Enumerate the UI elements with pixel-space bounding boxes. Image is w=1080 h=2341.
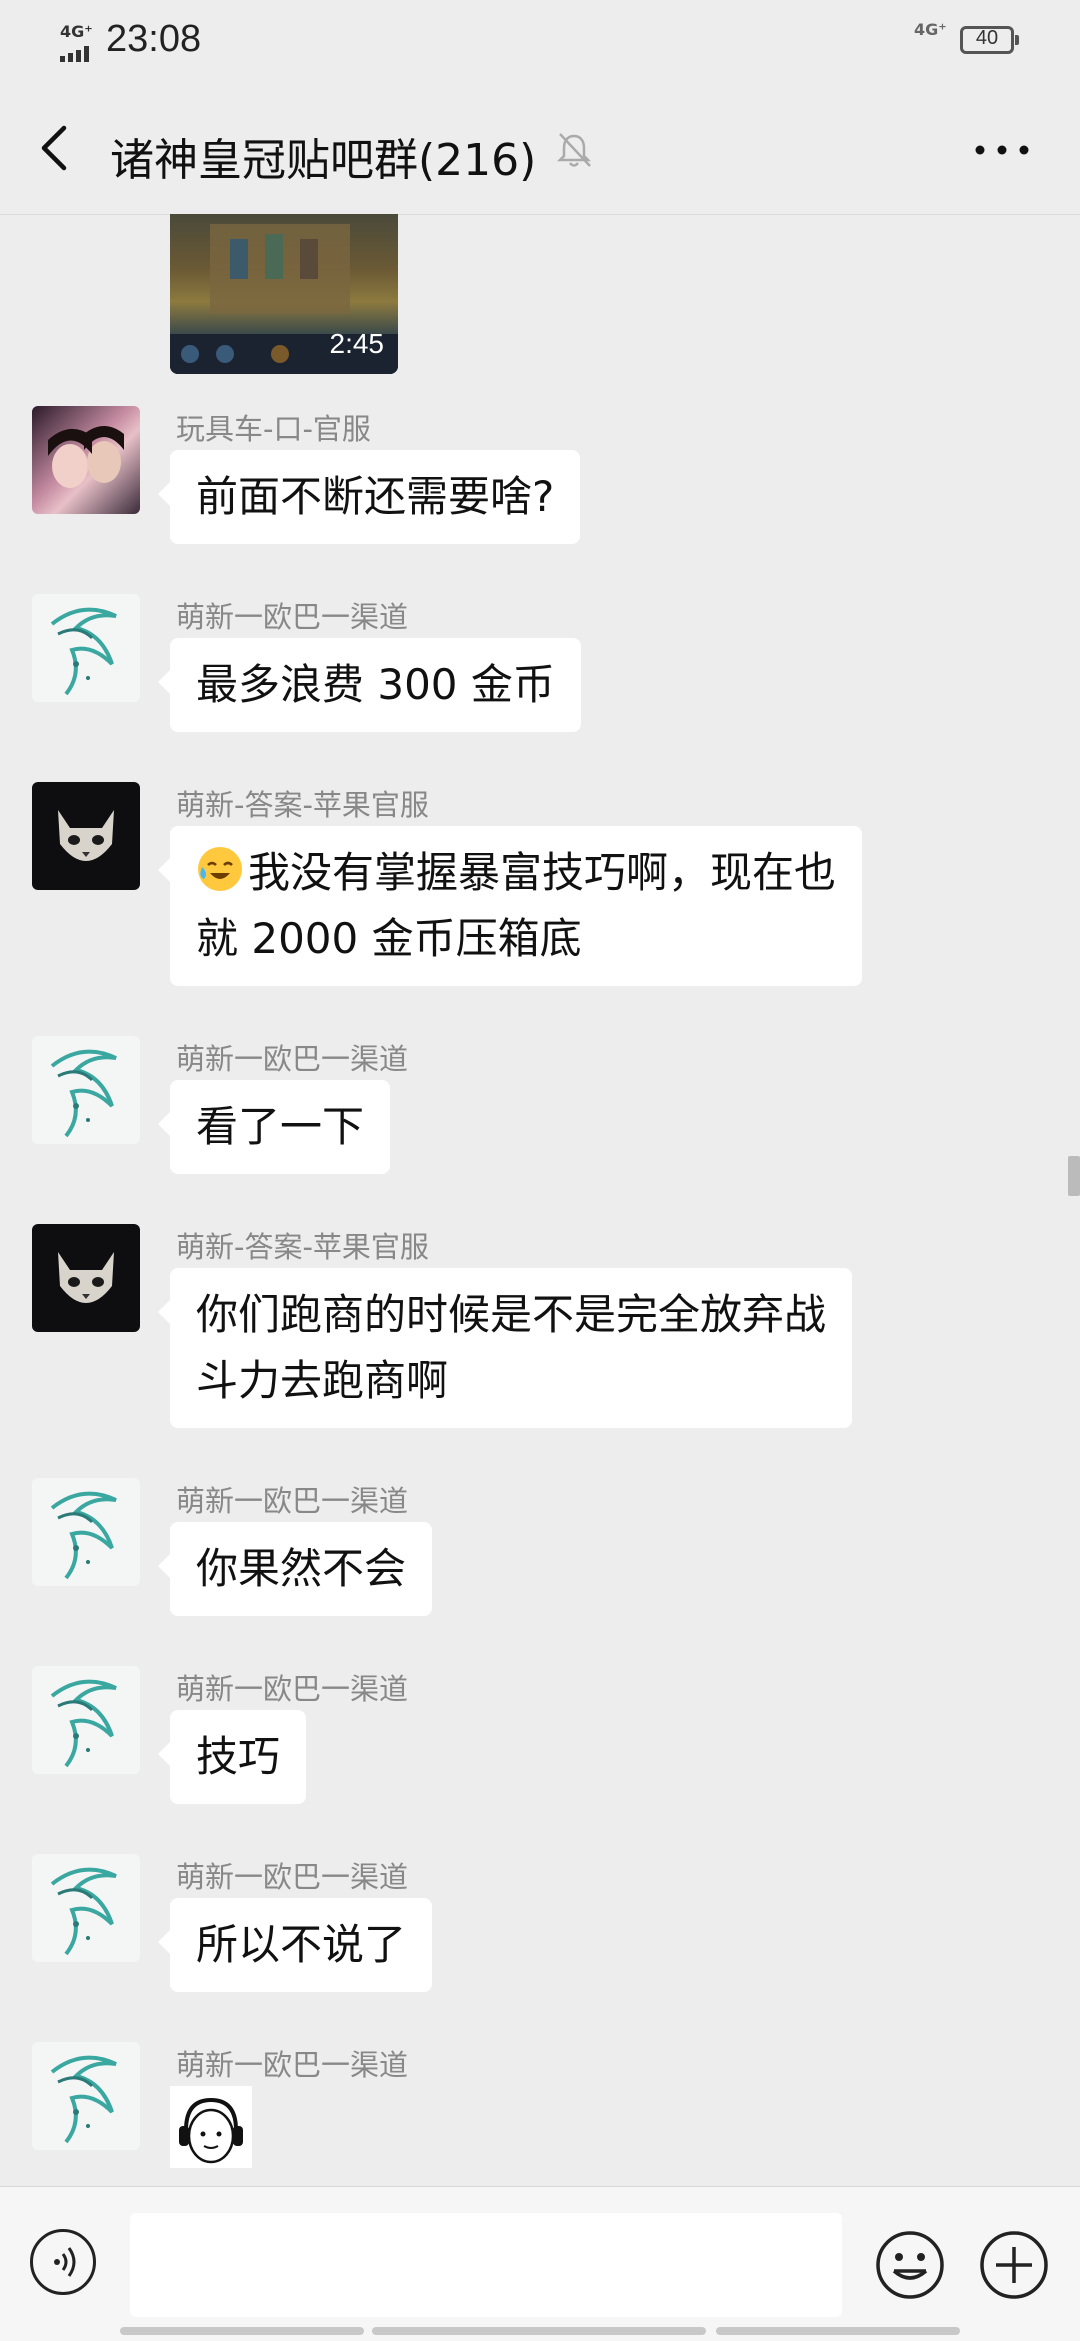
avatar[interactable] [32, 782, 140, 890]
avatar[interactable] [32, 594, 140, 702]
message-text: 我没有掌握暴富技巧啊，现在也 [248, 848, 837, 897]
message-bubble[interactable]: 技巧 [157, 1710, 307, 1804]
status-bar: 4G⁺ 23:08 4G⁺ 40 [0, 0, 1080, 84]
sender-name: 萌新一欧巴一渠道 [176, 600, 409, 634]
avatar[interactable] [32, 1224, 140, 1332]
clock: 23:08 [106, 18, 202, 60]
avatar[interactable] [32, 1854, 140, 1962]
avatar[interactable] [32, 1036, 140, 1144]
sender-name: 玩具车-口-官服 [176, 412, 371, 446]
message-composer [0, 2186, 1080, 2341]
message-text: 技巧 [196, 1732, 281, 1781]
network-type-label: 4G⁺ [60, 22, 93, 41]
sender-name: 萌新-答案-苹果官服 [176, 788, 429, 822]
message-text: 所以不说了 [196, 1920, 407, 1969]
scroll-indicator[interactable] [1068, 1156, 1080, 1196]
avatar[interactable] [32, 1478, 140, 1586]
message-bubble[interactable]: 你们跑商的时候是不是完全放弃战 斗力去跑商啊 [157, 1268, 853, 1428]
message-text: 你果然不会 [196, 1544, 407, 1593]
avatar[interactable] [32, 406, 140, 514]
message-line: 你们跑商的时候是不是完全放弃战 [196, 1290, 827, 1339]
signal-icon: 4G⁺ [58, 22, 96, 62]
avatar[interactable] [32, 1666, 140, 1774]
plus-icon[interactable] [978, 2229, 1050, 2301]
battery-level: 40 [975, 27, 999, 49]
sender-name: 萌新一欧巴一渠道 [176, 1860, 409, 1894]
video-message[interactable]: 2:45 [170, 214, 398, 374]
headphones-cartoon-sticker[interactable] [170, 2086, 252, 2168]
chat-header: 诸神皇冠贴吧群(216) [0, 84, 1080, 215]
avatar[interactable] [32, 2042, 140, 2150]
battery-icon: 40 [960, 26, 1019, 54]
sender-name: 萌新一欧巴一渠道 [176, 1042, 409, 1076]
message-bubble[interactable]: 所以不说了 [157, 1898, 433, 1992]
bell-muted-icon [552, 128, 596, 172]
message-bubble[interactable]: 最多浪费 300 金币 [158, 638, 581, 732]
message-bubble[interactable]: 你果然不会 [157, 1522, 433, 1616]
more-dots-icon[interactable] [972, 138, 1032, 162]
sender-name: 萌新一欧巴一渠道 [176, 2048, 409, 2082]
voice-icon[interactable] [30, 2229, 96, 2295]
message-list[interactable]: 2:45 玩具车-口-官服 前面不断还需要啥? 萌新一欧巴一渠道 最多浪费 30… [0, 214, 1080, 2186]
gesture-bar-segment [372, 2327, 706, 2335]
sender-name: 萌新一欧巴一渠道 [176, 1484, 409, 1518]
chevron-left-icon[interactable] [30, 118, 80, 178]
sender-name: 萌新-答案-苹果官服 [176, 1230, 429, 1264]
gesture-bar-segment [716, 2327, 960, 2335]
message-text: 前面不断还需要啥? [196, 472, 555, 521]
message-text: 看了一下 [196, 1102, 365, 1151]
message-bubble[interactable]: 看了一下 [157, 1080, 391, 1174]
message-bubble[interactable]: 前面不断还需要啥? [157, 450, 581, 544]
message-line: 我没有掌握暴富技巧啊，现在也 [196, 840, 836, 906]
gesture-bar-segment [120, 2327, 364, 2335]
message-line: 斗力去跑商啊 [196, 1356, 449, 1405]
message-line: 就 2000 金币压箱底 [196, 914, 582, 963]
message-input[interactable] [130, 2213, 842, 2317]
video-duration: 2:45 [329, 328, 385, 359]
network-type-right: 4G⁺ [914, 20, 947, 39]
message-bubble[interactable]: 我没有掌握暴富技巧啊，现在也 就 2000 金币压箱底 [157, 826, 863, 986]
smiley-icon[interactable] [874, 2229, 946, 2301]
crying-laughing-emoji-icon [198, 847, 242, 891]
message-text: 最多浪费 300 金币 [196, 660, 555, 709]
sender-name: 萌新一欧巴一渠道 [176, 1672, 409, 1706]
page-title: 诸神皇冠贴吧群(216) [110, 135, 537, 186]
